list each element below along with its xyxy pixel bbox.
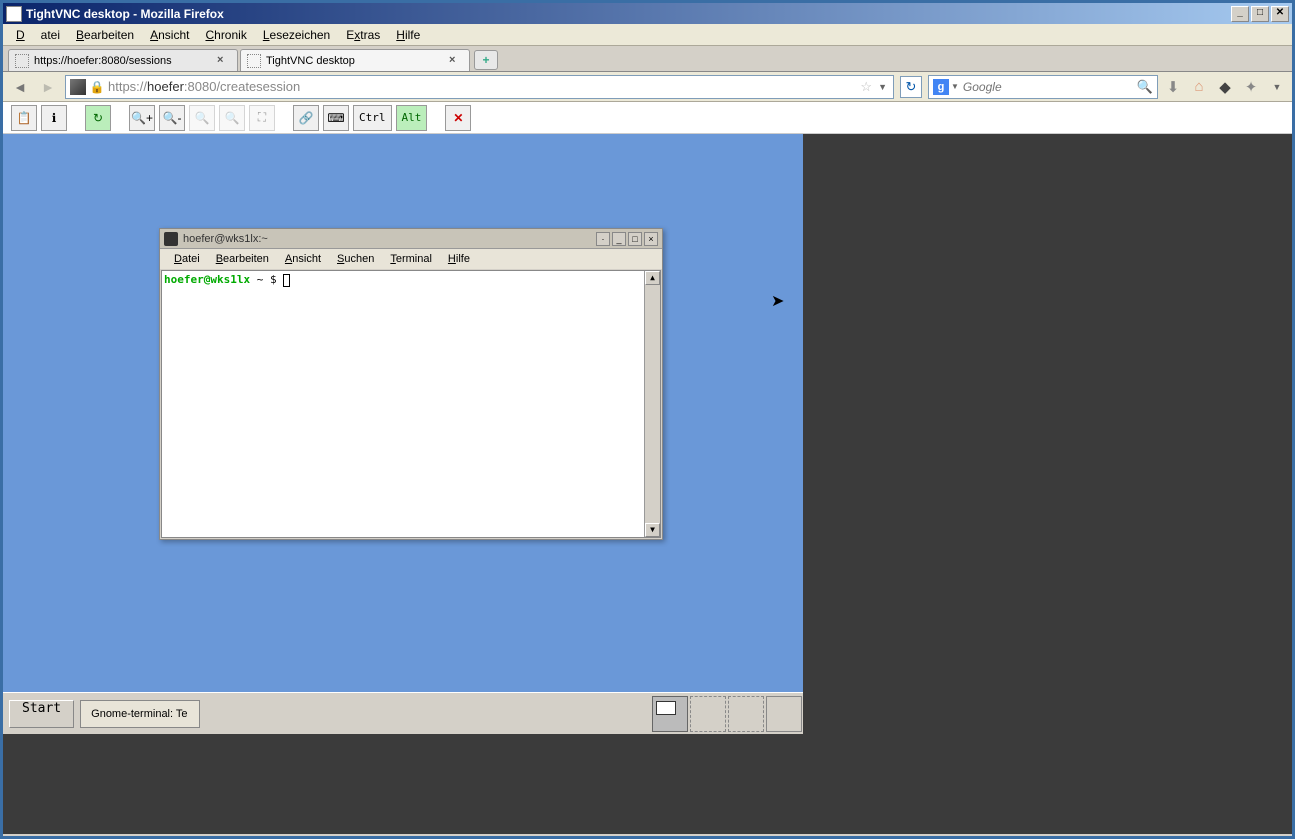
minimize-button[interactable]: _ <box>1231 6 1249 22</box>
term-minimize-button[interactable]: _ <box>612 232 626 246</box>
home-icon[interactable]: ⌂ <box>1190 78 1208 96</box>
url-bar[interactable]: 🔒 https://hoefer:8080/createsession ☆ ▼ <box>65 75 894 99</box>
firefox-icon <box>6 6 22 22</box>
close-button[interactable]: ✕ <box>1271 6 1289 22</box>
tab-sessions[interactable]: https://hoefer:8080/sessions × <box>8 49 238 71</box>
terminal-body[interactable]: hoefer@wks1lx ~ $ ▲ ▼ <box>161 270 661 538</box>
zoom-fit-icon: 🔍 <box>189 105 215 131</box>
navbar: ◄ ► 🔒 https://hoefer:8080/createsession … <box>3 72 1292 102</box>
tabbar: https://hoefer:8080/sessions × TightVNC … <box>3 46 1292 72</box>
menu-datei[interactable]: Datei <box>8 26 68 44</box>
term-menu-ansicht[interactable]: Ansicht <box>277 253 329 265</box>
zoom-out-icon[interactable]: 🔍- <box>159 105 185 131</box>
ctrl-key-button[interactable]: Ctrl <box>353 105 392 131</box>
forward-button: ► <box>37 76 59 98</box>
lock-icon: 🔒 <box>90 80 104 94</box>
scroll-track[interactable] <box>645 285 660 523</box>
menubar: Datei Bearbeiten Ansicht Chronik Lesezei… <box>3 24 1292 46</box>
terminal-icon <box>164 232 178 246</box>
menu-chronik[interactable]: Chronik <box>197 26 254 44</box>
terminal-window[interactable]: hoefer@wks1lx:~ · _ □ × Datei Bearbeiten… <box>159 228 663 540</box>
terminal-prompt-user: hoefer@wks1lx <box>164 273 250 286</box>
workspace-4[interactable] <box>766 696 802 732</box>
menu-ansicht[interactable]: Ansicht <box>142 26 197 44</box>
addon-icon[interactable]: ◆ <box>1216 78 1234 96</box>
workspace-2[interactable] <box>690 696 726 732</box>
search-go-icon[interactable]: 🔍 <box>1137 79 1153 95</box>
start-button[interactable]: Start <box>9 700 74 728</box>
scroll-down-icon[interactable]: ▼ <box>645 523 660 537</box>
workspace-1[interactable] <box>652 696 688 732</box>
term-close-button[interactable]: × <box>644 232 658 246</box>
disconnect-button[interactable]: ✕ <box>445 105 471 131</box>
maximize-button[interactable]: □ <box>1251 6 1269 22</box>
workspace-3[interactable] <box>728 696 764 732</box>
vnc-connect-icon[interactable]: 📋 <box>11 105 37 131</box>
term-min-button[interactable]: · <box>596 232 610 246</box>
search-input[interactable] <box>963 80 1137 94</box>
term-menu-hilfe[interactable]: Hilfe <box>440 253 478 265</box>
vnc-toolbar: 📋 ℹ ↻ 🔍+ 🔍- 🔍 🔍 ⛶ 🔗 ⌨ Ctrl Alt ✕ <box>3 102 1292 134</box>
bookmark-star-icon[interactable]: ☆ <box>860 79 872 95</box>
downloads-icon[interactable]: ⬇ <box>1164 78 1182 96</box>
ctrlaltdel-icon[interactable]: ⌨ <box>323 105 349 131</box>
menu-dropdown-icon[interactable]: ▼ <box>1268 78 1286 96</box>
terminal-prompt-path: ~ $ <box>250 273 283 286</box>
tab-vnc[interactable]: TightVNC desktop × <box>240 49 470 71</box>
tab-close-icon[interactable]: × <box>217 54 231 68</box>
terminal-cursor <box>283 274 290 287</box>
menu-bearbeiten[interactable]: Bearbeiten <box>68 26 142 44</box>
firefox-window: TightVNC desktop - Mozilla Firefox _ □ ✕… <box>0 0 1295 839</box>
back-button[interactable]: ◄ <box>9 76 31 98</box>
taskbar: Start Gnome-terminal: Te <box>3 692 803 734</box>
google-icon[interactable]: g <box>933 79 949 95</box>
tab-close-icon[interactable]: × <box>449 54 463 68</box>
vnc-refresh-icon[interactable]: ↻ <box>85 105 111 131</box>
page-icon <box>247 54 261 68</box>
mouse-cursor-icon: ➤ <box>771 291 784 311</box>
term-menu-bearbeiten[interactable]: Bearbeiten <box>208 253 277 265</box>
term-menu-suchen[interactable]: Suchen <box>329 253 382 265</box>
titlebar[interactable]: TightVNC desktop - Mozilla Firefox _ □ ✕ <box>3 3 1292 24</box>
fullscreen-icon: ⛶ <box>249 105 275 131</box>
terminal-menubar: Datei Bearbeiten Ansicht Suchen Terminal… <box>160 249 662 269</box>
engine-dropdown-icon[interactable]: ▼ <box>951 82 959 91</box>
terminal-scrollbar[interactable]: ▲ ▼ <box>644 271 660 537</box>
menu-hilfe[interactable]: Hilfe <box>388 26 428 44</box>
url-text[interactable]: https://hoefer:8080/createsession <box>108 79 856 94</box>
workspace-pager[interactable] <box>651 695 803 733</box>
term-maximize-button[interactable]: □ <box>628 232 642 246</box>
clipboard-icon[interactable]: 🔗 <box>293 105 319 131</box>
site-identity-icon[interactable] <box>70 79 86 95</box>
vnc-info-icon[interactable]: ℹ <box>41 105 67 131</box>
zoom-reset-icon: 🔍 <box>219 105 245 131</box>
mini-window-icon <box>656 701 676 715</box>
page-icon <box>15 54 29 68</box>
term-menu-datei[interactable]: Datei <box>166 253 208 265</box>
scroll-up-icon[interactable]: ▲ <box>645 271 660 285</box>
zoom-in-icon[interactable]: 🔍+ <box>129 105 155 131</box>
menu-extras[interactable]: Extras <box>338 26 388 44</box>
taskbar-item-terminal[interactable]: Gnome-terminal: Te <box>80 700 200 728</box>
term-menu-terminal[interactable]: Terminal <box>382 253 440 265</box>
vnc-viewport[interactable]: hoefer@wks1lx:~ · _ □ × Datei Bearbeiten… <box>3 134 1292 834</box>
window-title: TightVNC desktop - Mozilla Firefox <box>26 7 1231 21</box>
plugin-icon[interactable]: ✦ <box>1242 78 1260 96</box>
reload-button[interactable]: ↻ <box>900 76 922 98</box>
new-tab-button[interactable]: + <box>474 50 498 70</box>
menu-lesezeichen[interactable]: Lesezeichen <box>255 26 338 44</box>
alt-key-button[interactable]: Alt <box>396 105 428 131</box>
search-bar[interactable]: g ▼ 🔍 <box>928 75 1158 99</box>
terminal-titlebar[interactable]: hoefer@wks1lx:~ · _ □ × <box>160 229 662 249</box>
remote-desktop[interactable]: hoefer@wks1lx:~ · _ □ × Datei Bearbeiten… <box>3 134 803 734</box>
url-dropdown-icon[interactable]: ▼ <box>878 82 887 92</box>
